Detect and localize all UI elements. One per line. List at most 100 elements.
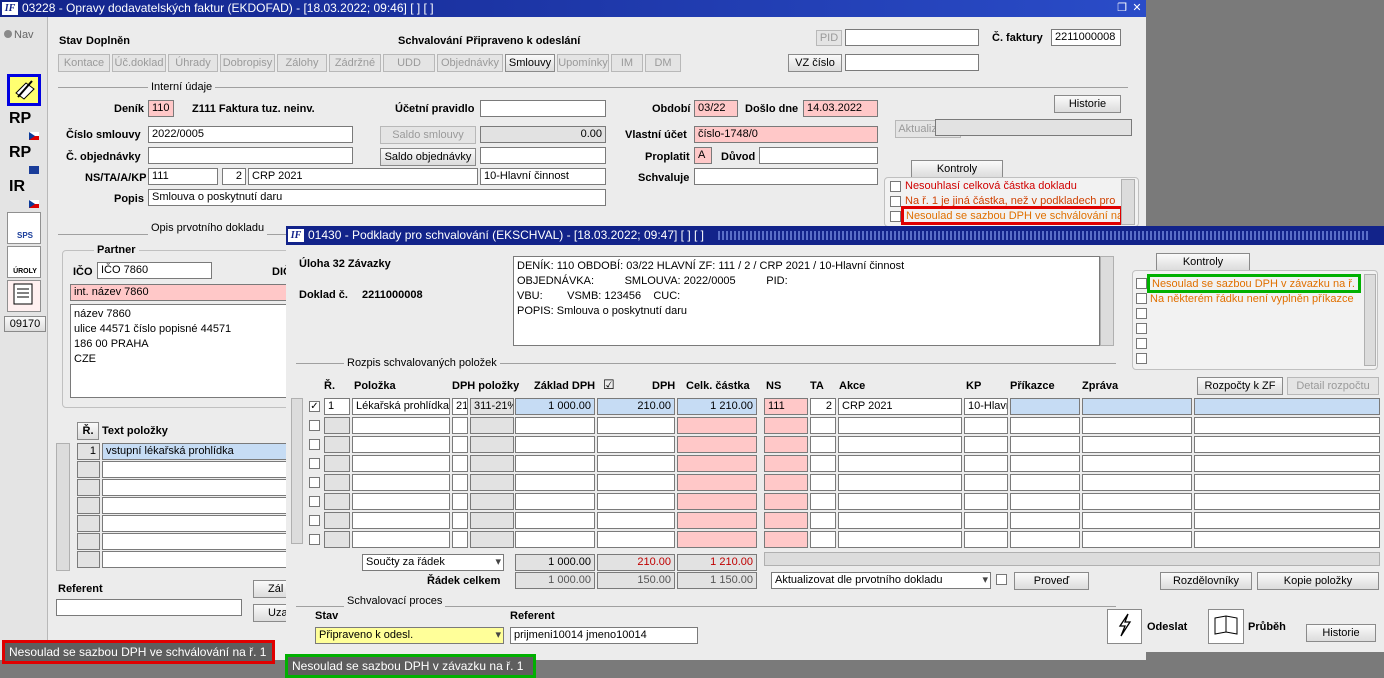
odeslat-icon-button[interactable] bbox=[1107, 609, 1142, 644]
pid-field[interactable] bbox=[845, 29, 979, 46]
tab-upom-nky[interactable]: Upomínky bbox=[557, 54, 609, 72]
cell-dph[interactable] bbox=[597, 474, 675, 491]
cell-kp[interactable] bbox=[964, 455, 1008, 472]
cell-ns[interactable] bbox=[764, 455, 808, 472]
prubeh-icon-button[interactable] bbox=[1208, 609, 1244, 644]
obdobi-field[interactable]: 03/22 bbox=[694, 100, 738, 117]
cell-x1[interactable] bbox=[1194, 493, 1380, 510]
tab-z-dr-n-[interactable]: Zádržné bbox=[329, 54, 381, 72]
cell-ta[interactable]: 2 bbox=[810, 398, 836, 415]
cell-zaklad[interactable] bbox=[515, 512, 595, 529]
aktualizovat-check[interactable] bbox=[996, 574, 1007, 585]
sub-kontroly-check[interactable] bbox=[1136, 353, 1147, 364]
sub-kontroly-scrollbar[interactable] bbox=[1364, 274, 1376, 366]
cell-ns[interactable] bbox=[764, 512, 808, 529]
referent-field[interactable]: prijmeni10014 jmeno10014 bbox=[510, 627, 698, 644]
kontroly-scrollbar[interactable] bbox=[1121, 179, 1135, 225]
tp-row-num[interactable] bbox=[77, 551, 100, 568]
cell-kp[interactable] bbox=[964, 436, 1008, 453]
tp-row-num[interactable] bbox=[77, 515, 100, 532]
cell-zprava[interactable] bbox=[1082, 512, 1192, 529]
cell-dph_pol2[interactable] bbox=[470, 474, 514, 491]
sub-kontroly-check[interactable] bbox=[1136, 338, 1147, 349]
tp-row-num[interactable] bbox=[77, 533, 100, 550]
cell-zaklad[interactable] bbox=[515, 474, 595, 491]
cell-kp[interactable] bbox=[964, 493, 1008, 510]
cell-ta[interactable] bbox=[810, 417, 836, 434]
tab-udd[interactable]: UDD bbox=[383, 54, 435, 72]
cell-celk[interactable] bbox=[677, 531, 757, 548]
table-hscrollbar[interactable] bbox=[764, 552, 1380, 566]
row-check[interactable] bbox=[309, 439, 320, 450]
cell-zaklad[interactable] bbox=[515, 417, 595, 434]
tp-row-num[interactable] bbox=[77, 479, 100, 496]
cell-dph_pol[interactable]: 21 bbox=[452, 398, 468, 415]
tab--hrady[interactable]: Úhrady bbox=[168, 54, 218, 72]
tp-row-text[interactable] bbox=[102, 479, 293, 496]
row-check[interactable] bbox=[309, 496, 320, 507]
sub-historie-button[interactable]: Historie bbox=[1306, 624, 1376, 642]
kp-field[interactable]: 10-Hlavní činnost bbox=[480, 168, 606, 185]
cell-dph_pol[interactable] bbox=[452, 436, 468, 453]
cell-celk[interactable] bbox=[677, 474, 757, 491]
cell-dph_pol[interactable] bbox=[452, 474, 468, 491]
cell-dph_pol[interactable] bbox=[452, 531, 468, 548]
cell-polozka[interactable] bbox=[352, 474, 450, 491]
cell-dph[interactable] bbox=[597, 436, 675, 453]
cell-dph_pol2[interactable] bbox=[470, 417, 514, 434]
cell-celk[interactable] bbox=[677, 512, 757, 529]
cell-akce[interactable] bbox=[838, 455, 962, 472]
row-check[interactable] bbox=[309, 534, 320, 545]
info-scrollbar[interactable] bbox=[1100, 256, 1114, 346]
saldo-smlouvy-button[interactable]: Saldo smlouvy bbox=[380, 126, 476, 144]
cell-ns[interactable] bbox=[764, 436, 808, 453]
c-faktury-field[interactable]: 2211000008 bbox=[1051, 29, 1121, 46]
cell-ns[interactable] bbox=[764, 493, 808, 510]
historie-button[interactable]: Historie bbox=[1054, 95, 1121, 113]
sub-kontroly-check[interactable] bbox=[1136, 323, 1147, 334]
tab-smlouvy[interactable]: Smlouvy bbox=[505, 54, 555, 72]
ta-field[interactable]: 2 bbox=[222, 168, 246, 185]
uroly-icon[interactable]: ÚROLY bbox=[7, 246, 41, 278]
cell-kp[interactable] bbox=[964, 512, 1008, 529]
kontroly-check-2[interactable] bbox=[890, 196, 901, 207]
denik-field[interactable]: 110 bbox=[148, 100, 174, 117]
tp-row-num[interactable] bbox=[77, 461, 100, 478]
aktualizovat-select[interactable]: Aktualizovat dle prvotního dokladu ▾ bbox=[771, 572, 991, 589]
tab-objedn-vky[interactable]: Objednávky bbox=[437, 54, 503, 72]
cell-prik[interactable] bbox=[1010, 474, 1080, 491]
popis-field[interactable]: Smlouva o poskytnutí daru bbox=[148, 189, 606, 206]
pid-button[interactable]: PID bbox=[816, 30, 842, 46]
cell-dph[interactable] bbox=[597, 531, 675, 548]
cell-zprava[interactable] bbox=[1082, 474, 1192, 491]
cell-akce[interactable] bbox=[838, 512, 962, 529]
close-icon[interactable]: ✕ bbox=[1131, 2, 1143, 14]
cell-akce[interactable] bbox=[838, 417, 962, 434]
cell-dph_pol2[interactable] bbox=[470, 531, 514, 548]
row-check[interactable] bbox=[309, 477, 320, 488]
ico-field[interactable]: IČO 7860 bbox=[97, 262, 212, 279]
cell-prik[interactable] bbox=[1010, 512, 1080, 529]
code-button[interactable]: 09170 bbox=[4, 316, 46, 332]
cell-dph_pol2[interactable] bbox=[470, 455, 514, 472]
cell-prik[interactable] bbox=[1010, 417, 1080, 434]
sub-kontroly-check[interactable] bbox=[1136, 308, 1147, 319]
row-check[interactable] bbox=[309, 458, 320, 469]
cell-ta[interactable] bbox=[810, 493, 836, 510]
cell-dph[interactable] bbox=[597, 493, 675, 510]
cell-zprava[interactable] bbox=[1082, 493, 1192, 510]
cell-r[interactable] bbox=[324, 455, 350, 472]
cell-dph_pol2[interactable] bbox=[470, 512, 514, 529]
r-column-header[interactable]: Ř. bbox=[77, 422, 99, 440]
tab-dobropisy[interactable]: Dobropisy bbox=[220, 54, 275, 72]
cell-r[interactable] bbox=[324, 474, 350, 491]
cell-x1[interactable] bbox=[1194, 417, 1380, 434]
kopie-polozky-button[interactable]: Kopie položky bbox=[1257, 572, 1379, 590]
cell-x1[interactable] bbox=[1194, 398, 1380, 415]
cell-polozka[interactable] bbox=[352, 493, 450, 510]
cell-polozka[interactable] bbox=[352, 436, 450, 453]
aktualizovat-select[interactable] bbox=[935, 119, 1132, 136]
cell-kp[interactable] bbox=[964, 531, 1008, 548]
vlastni-ucet-field[interactable]: číslo-1748/0 bbox=[694, 126, 878, 143]
cell-dph[interactable]: 210.00 bbox=[597, 398, 675, 415]
